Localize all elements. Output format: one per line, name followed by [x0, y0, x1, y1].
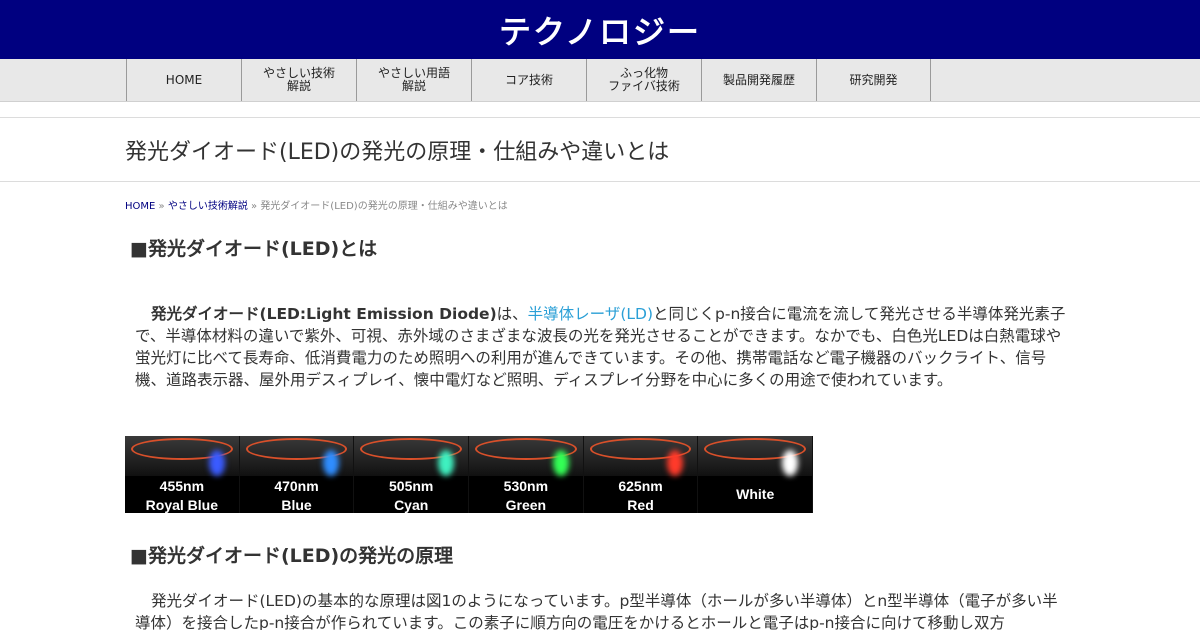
led-term: 発光ダイオード(LED:Light Emission Diode) [151, 305, 497, 323]
intro-text-a: は、 [496, 305, 528, 323]
led-color-name: Green [505, 497, 547, 513]
led-cell: 470nm Blue [239, 436, 355, 513]
led-glow [782, 450, 799, 476]
led-glow [438, 450, 455, 476]
nav-item-research[interactable]: 研究開発 [816, 59, 931, 101]
led-color-name: Blue [281, 497, 312, 513]
led-glow [667, 450, 684, 476]
site-header: テクノロジー [0, 0, 1200, 59]
page-title: 発光ダイオード(LED)の発光の原理・仕組みや違いとは [125, 139, 670, 165]
led-wavelength: 455nm [159, 478, 205, 494]
led-cell: 625nm Red [583, 436, 699, 513]
led-wavelength: 625nm [618, 478, 663, 494]
article-content-continued: ■発光ダイオード(LED)の発光の原理 発光ダイオード(LED)の基本的な原理は… [130, 541, 1070, 630]
nav-item-product-history[interactable]: 製品開発履歴 [701, 59, 816, 101]
nav-item-core-tech[interactable]: コア技術 [471, 59, 586, 101]
led-glow [323, 450, 340, 476]
breadcrumb-current: 発光ダイオード(LED)の発光の原理・仕組みや違いとは [260, 201, 508, 212]
led-cell: 530nm Green [469, 436, 584, 513]
breadcrumb-category[interactable]: やさしい技術解説 [168, 201, 248, 212]
led-color-name: Red [627, 497, 654, 513]
semiconductor-laser-link[interactable]: 半導体レーザ(LD) [528, 305, 653, 323]
article-content: ■発光ダイオード(LED)とは 発光ダイオード(LED:Light Emissi… [130, 234, 1070, 391]
nav-item-easy-terms[interactable]: やさしい用語 解説 [356, 59, 471, 101]
led-cell: White [698, 436, 814, 513]
led-cell: 455nm Royal Blue [125, 436, 240, 513]
nav-item-easy-tech[interactable]: やさしい技術 解説 [241, 59, 356, 101]
breadcrumb-home[interactable]: HOME [125, 201, 155, 212]
led-color-name: Cyan [394, 497, 429, 513]
led-glow [552, 450, 569, 476]
site-title[interactable]: テクノロジー [499, 7, 701, 53]
led-wavelength: 530nm [503, 478, 549, 494]
led-color-name: White [736, 486, 775, 502]
led-color-image: 455nm Royal Blue 470nm Blue 505nm Cyan 5… [125, 436, 814, 513]
breadcrumb-separator: » [247, 201, 261, 212]
led-cell: 505nm Cyan [354, 436, 470, 513]
led-wavelength: 505nm [389, 478, 434, 494]
principle-paragraph: 発光ダイオード(LED)の基本的な原理は図1のようになっています。p型半導体（ホ… [135, 592, 1058, 630]
led-wavelength: 470nm [274, 478, 319, 494]
breadcrumb-separator: » [155, 201, 168, 212]
intro-paragraph: 発光ダイオード(LED:Light Emission Diode)は、半導体レー… [135, 303, 1070, 391]
nav-item-fluoride-fiber[interactable]: ふっ化物 ファイバ技術 [586, 59, 701, 101]
led-glow [208, 450, 225, 476]
section-heading-principle: ■発光ダイオード(LED)の発光の原理 [130, 545, 454, 567]
section-heading-what-is-led: ■発光ダイオード(LED)とは [130, 238, 378, 260]
main-nav: HOME やさしい技術 解説 やさしい用語 解説 コア技術 ふっ化物 ファイバ技… [0, 59, 1200, 102]
breadcrumb: HOME » やさしい技術解説 » 発光ダイオード(LED)の発光の原理・仕組み… [125, 197, 1200, 212]
led-color-name: Royal Blue [145, 497, 219, 513]
title-band: 発光ダイオード(LED)の発光の原理・仕組みや違いとは [0, 117, 1200, 182]
nav-item-home[interactable]: HOME [126, 59, 241, 101]
